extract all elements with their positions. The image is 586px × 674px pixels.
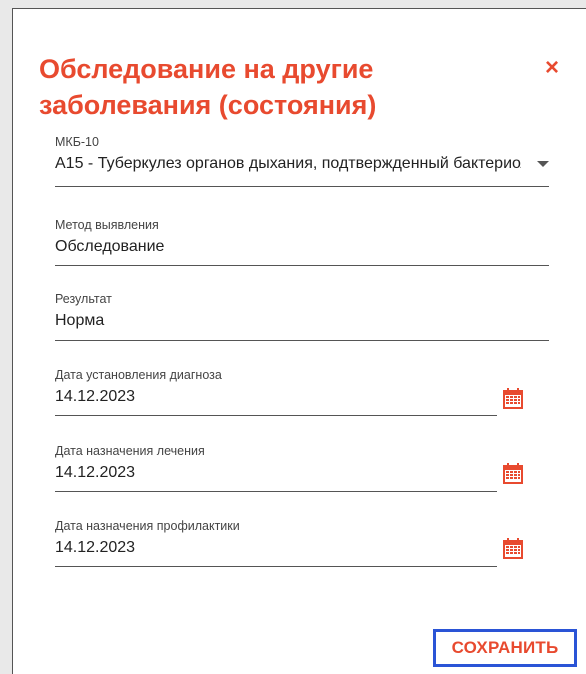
diagnosis-date-value[interactable]: 14.12.2023	[55, 387, 497, 407]
calendar-icon[interactable]	[503, 463, 523, 484]
method-value[interactable]: Обследование	[55, 237, 549, 257]
treatment-date-underline	[55, 491, 497, 492]
diagnosis-date-field[interactable]: Дата установления диагноза 14.12.2023	[55, 368, 497, 416]
treatment-date-label: Дата назначения лечения	[55, 444, 205, 458]
dialog-title: Обследование на другие заболевания (сост…	[39, 54, 377, 120]
calendar-icon[interactable]	[503, 388, 523, 409]
treatment-date-field[interactable]: Дата назначения лечения 14.12.2023	[55, 444, 497, 492]
chevron-down-icon[interactable]	[537, 161, 549, 167]
dialog: Обследование на другие заболевания (сост…	[12, 8, 586, 674]
mkb-label: МКБ-10	[55, 135, 99, 149]
method-field[interactable]: Метод выявления Обследование	[55, 218, 549, 266]
result-value[interactable]: Норма	[55, 311, 549, 331]
mkb-select[interactable]: МКБ-10 А15 - Туберкулез органов дыхания,…	[55, 135, 549, 187]
save-button[interactable]: СОХРАНИТЬ	[433, 629, 577, 667]
calendar-icon[interactable]	[503, 538, 523, 559]
result-underline	[55, 340, 549, 341]
diagnosis-date-underline	[55, 415, 497, 416]
prophylaxis-date-value[interactable]: 14.12.2023	[55, 538, 497, 558]
prophylaxis-date-label: Дата назначения профилактики	[55, 519, 240, 533]
prophylaxis-date-underline	[55, 566, 497, 567]
method-label: Метод выявления	[55, 218, 159, 232]
prophylaxis-date-field[interactable]: Дата назначения профилактики 14.12.2023	[55, 519, 497, 567]
method-underline	[55, 265, 549, 266]
treatment-date-value[interactable]: 14.12.2023	[55, 463, 497, 483]
diagnosis-date-label: Дата установления диагноза	[55, 368, 222, 382]
result-label: Результат	[55, 292, 112, 306]
mkb-value[interactable]: А15 - Туберкулез органов дыхания, подтве…	[55, 154, 521, 174]
result-field[interactable]: Результат Норма	[55, 292, 549, 341]
close-icon[interactable]: ×	[541, 56, 563, 80]
mkb-underline	[55, 186, 549, 187]
